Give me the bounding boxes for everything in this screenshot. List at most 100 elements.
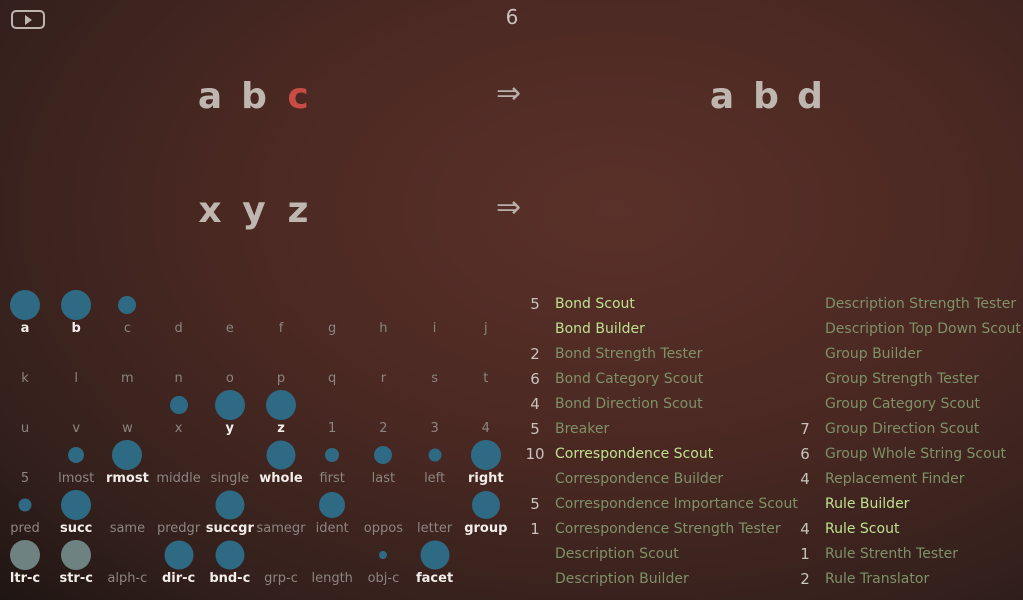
activation-dot bbox=[18, 498, 32, 512]
codelet-name: Correspondence Importance Scout bbox=[555, 496, 798, 512]
slipnet-node[interactable]: a bbox=[0, 321, 50, 336]
activation-dot bbox=[215, 540, 245, 570]
slipnet-node[interactable]: lmost bbox=[51, 471, 101, 486]
slipnet-node[interactable]: single bbox=[205, 471, 255, 486]
slipnet-node[interactable]: n bbox=[154, 371, 204, 386]
slipnet-node[interactable]: c bbox=[102, 321, 152, 336]
letter: y bbox=[242, 190, 266, 231]
slipnet-node[interactable]: facet bbox=[410, 571, 460, 586]
slipnet-node[interactable]: o bbox=[205, 371, 255, 386]
slipnet-node[interactable]: x bbox=[154, 421, 204, 436]
slipnet-node[interactable]: k bbox=[0, 371, 50, 386]
slipnet-node[interactable]: 1 bbox=[307, 421, 357, 436]
slipnet-node[interactable]: letter bbox=[410, 521, 460, 536]
codelet-name: Group Whole String Scout bbox=[825, 446, 1007, 462]
codelet-name: Rule Strenth Tester bbox=[825, 546, 958, 562]
slipnet-node[interactable]: length bbox=[307, 571, 357, 586]
slipnet-node[interactable]: samegr bbox=[256, 521, 306, 536]
slipnet-node[interactable]: group bbox=[461, 521, 511, 536]
slipnet-node[interactable]: 2 bbox=[358, 421, 408, 436]
activation-dot bbox=[214, 390, 245, 420]
codelet-name: Description Scout bbox=[555, 546, 679, 562]
slipnet-node[interactable]: rmost bbox=[102, 471, 152, 486]
slipnet-node[interactable]: q bbox=[307, 371, 357, 386]
slipnet-node[interactable]: i bbox=[410, 321, 460, 336]
activation-dot bbox=[470, 440, 501, 470]
slipnet-node[interactable]: last bbox=[358, 471, 408, 486]
activation-dot bbox=[319, 492, 346, 518]
slipnet-node[interactable]: z bbox=[256, 421, 306, 436]
slipnet-node[interactable]: pred bbox=[0, 521, 50, 536]
activation-dot bbox=[379, 551, 388, 559]
slipnet-node[interactable]: e bbox=[205, 321, 255, 336]
slipnet-node[interactable]: j bbox=[461, 321, 511, 336]
play-button[interactable] bbox=[11, 10, 45, 29]
codelet-name: Replacement Finder bbox=[825, 471, 965, 487]
codelet-name: Breaker bbox=[555, 421, 610, 437]
letter: b bbox=[753, 76, 779, 117]
slipnet-node[interactable]: v bbox=[51, 421, 101, 436]
activation-dot bbox=[266, 390, 296, 420]
slipnet-node[interactable]: d bbox=[154, 321, 204, 336]
codelet-name: Bond Strength Tester bbox=[555, 346, 703, 362]
slipnet-node[interactable]: first bbox=[307, 471, 357, 486]
codelet-count: 2 bbox=[530, 345, 540, 363]
arrow-icon: ⇒ bbox=[496, 76, 522, 111]
codelet-count: 5 bbox=[530, 495, 540, 513]
slipnet-node[interactable]: middle bbox=[154, 471, 204, 486]
slipnet-node[interactable]: left bbox=[410, 471, 460, 486]
activation-dot bbox=[164, 540, 194, 570]
slipnet-node[interactable]: predgr bbox=[154, 521, 204, 536]
slipnet-node[interactable]: ltr-c bbox=[0, 571, 50, 586]
activation-dot bbox=[215, 490, 245, 520]
codelet-count: 4 bbox=[800, 470, 810, 488]
step-counter: 6 bbox=[505, 5, 519, 29]
slipnet-node[interactable]: u bbox=[0, 421, 50, 436]
slipnet-node[interactable]: s bbox=[410, 371, 460, 386]
activation-dot bbox=[471, 491, 500, 519]
initial-string: abc bbox=[188, 76, 320, 117]
slipnet-node[interactable]: right bbox=[461, 471, 511, 486]
slipnet-node[interactable]: r bbox=[358, 371, 408, 386]
slipnet-node[interactable]: alph-c bbox=[102, 571, 152, 586]
activation-dot bbox=[61, 540, 92, 570]
slipnet-node[interactable]: succgr bbox=[205, 521, 255, 536]
slipnet-node[interactable]: y bbox=[205, 421, 255, 436]
slipnet-node[interactable]: f bbox=[256, 321, 306, 336]
slipnet-node[interactable]: b bbox=[51, 321, 101, 336]
slipnet-node[interactable]: grp-c bbox=[256, 571, 306, 586]
slipnet-node[interactable]: dir-c bbox=[154, 571, 204, 586]
slipnet-node[interactable]: bnd-c bbox=[205, 571, 255, 586]
slipnet-node[interactable]: h bbox=[358, 321, 408, 336]
slipnet-node[interactable]: 3 bbox=[410, 421, 460, 436]
codelet-name: Description Top Down Scout bbox=[825, 321, 1021, 337]
codelet-name: Group Category Scout bbox=[825, 396, 980, 412]
slipnet-node[interactable]: g bbox=[307, 321, 357, 336]
slipnet-node[interactable]: w bbox=[102, 421, 152, 436]
slipnet-node[interactable]: succ bbox=[51, 521, 101, 536]
slipnet-node[interactable]: 4 bbox=[461, 421, 511, 436]
slipnet-node[interactable]: 5 bbox=[0, 471, 50, 486]
slipnet-node[interactable]: m bbox=[102, 371, 152, 386]
codelet-count: 4 bbox=[800, 520, 810, 538]
codelet-count: 5 bbox=[530, 420, 540, 438]
activation-dot bbox=[112, 440, 143, 470]
slipnet-node[interactable]: oppos bbox=[358, 521, 408, 536]
codelet-name: Correspondence Scout bbox=[555, 446, 714, 462]
slipnet-node[interactable]: l bbox=[51, 371, 101, 386]
codelet-name: Rule Scout bbox=[825, 521, 900, 537]
slipnet-node[interactable]: str-c bbox=[51, 571, 101, 586]
slipnet-node[interactable]: obj-c bbox=[358, 571, 408, 586]
codelet-count: 1 bbox=[800, 545, 810, 563]
codelet-name: Group Strength Tester bbox=[825, 371, 980, 387]
slipnet-node[interactable]: ident bbox=[307, 521, 357, 536]
slipnet-node[interactable]: t bbox=[461, 371, 511, 386]
activation-dot bbox=[68, 447, 85, 463]
activation-dot bbox=[169, 396, 188, 414]
arrow-icon: ⇒ bbox=[496, 190, 522, 225]
codelet-count: 2 bbox=[800, 570, 810, 588]
slipnet-node[interactable]: whole bbox=[256, 471, 306, 486]
slipnet-node[interactable]: p bbox=[256, 371, 306, 386]
slipnet-node[interactable]: same bbox=[102, 521, 152, 536]
letter: a bbox=[197, 76, 223, 117]
